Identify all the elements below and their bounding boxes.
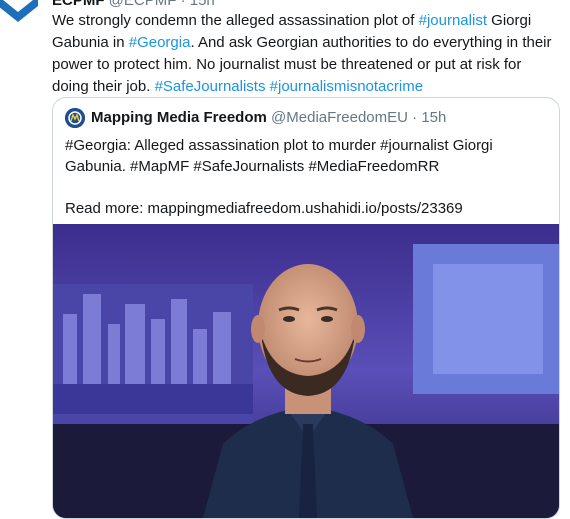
- hashtag-georgia[interactable]: #Georgia: [129, 34, 191, 51]
- quoted-author-handle[interactable]: @MediaFreedomEU: [271, 108, 408, 128]
- hashtag-safejournalists[interactable]: #SafeJournalists: [155, 78, 266, 95]
- quoted-tweet-text: #Georgia: Alleged assassination plot to …: [65, 135, 545, 219]
- author-name[interactable]: ECPMF: [52, 0, 105, 9]
- tweet-timestamp[interactable]: 15h: [190, 0, 215, 9]
- author-handle[interactable]: @ECPMF: [109, 0, 177, 9]
- quoted-media-image[interactable]: [53, 224, 559, 518]
- mapping-media-freedom-logo-icon: [65, 108, 85, 128]
- tweet-text: We strongly condemn the alleged assassin…: [52, 10, 562, 98]
- tweet-header: ECPMF @ECPMF · 15h: [52, 0, 215, 10]
- quoted-timestamp[interactable]: 15h: [421, 108, 446, 128]
- ecpmf-logo-icon: [0, 0, 44, 28]
- hashtag-journalismisnotacrime[interactable]: #journalismisnotacrime: [270, 78, 423, 95]
- author-avatar[interactable]: [0, 0, 44, 28]
- quoted-read-more[interactable]: Read more: mappingmediafreedom.ushahidi.…: [65, 198, 545, 219]
- quoted-author-avatar[interactable]: [65, 108, 85, 128]
- hashtag-journalist[interactable]: #journalist: [419, 12, 487, 29]
- news-anchor-photo: [53, 224, 559, 518]
- quoted-separator-dot: ·: [412, 109, 418, 126]
- quoted-text-line: #Georgia: Alleged assassination plot to …: [65, 137, 493, 175]
- quoted-tweet-card[interactable]: Mapping Media Freedom @MediaFreedomEU · …: [52, 97, 560, 519]
- tweet-text-part: We strongly condemn the alleged assassin…: [52, 12, 419, 29]
- separator-dot: ·: [180, 0, 186, 9]
- quoted-author-name[interactable]: Mapping Media Freedom: [91, 108, 267, 128]
- quoted-tweet-header: Mapping Media Freedom @MediaFreedomEU · …: [65, 108, 446, 128]
